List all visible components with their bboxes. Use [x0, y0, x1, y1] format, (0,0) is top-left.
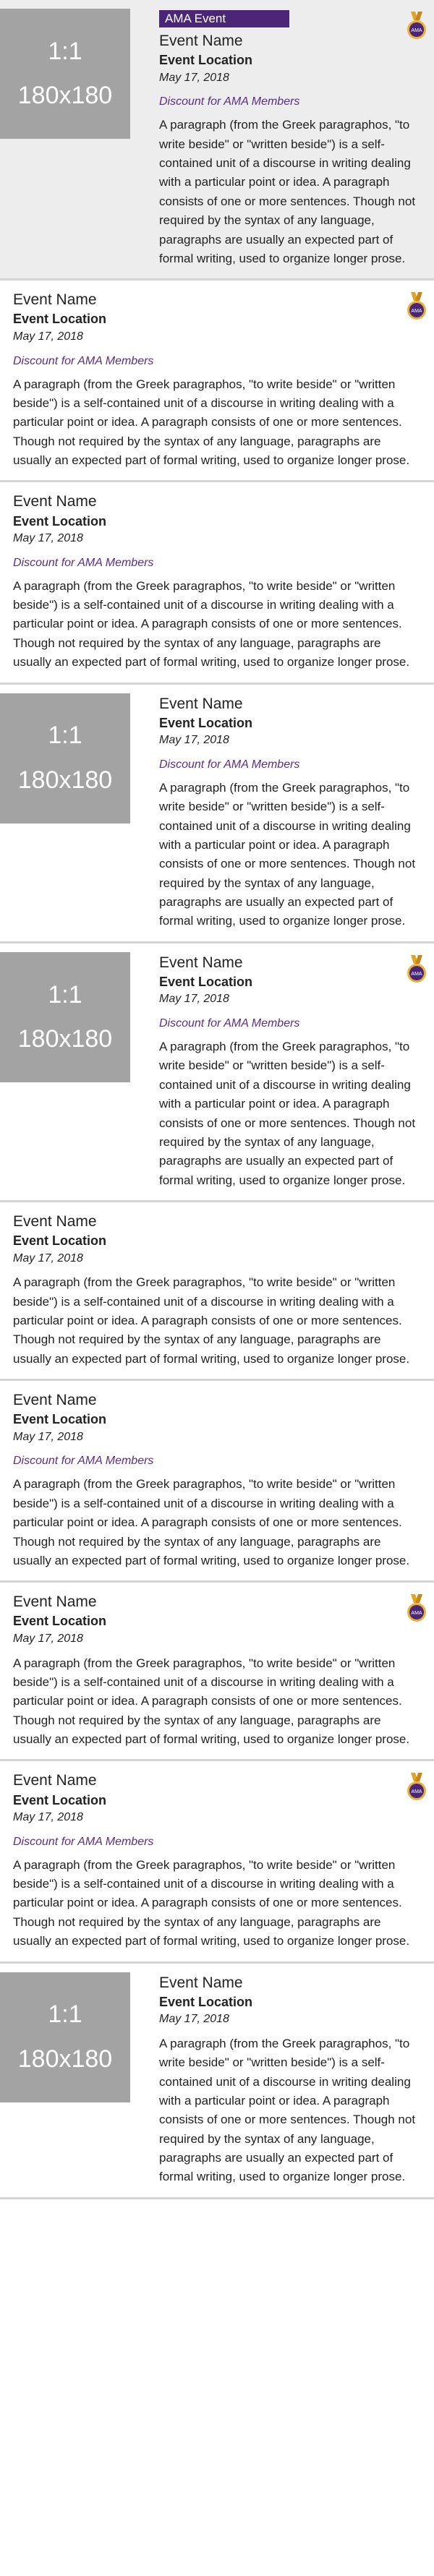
event-title[interactable]: Event Name: [159, 32, 421, 51]
event-title[interactable]: Event Name: [13, 1212, 421, 1231]
event-date: May 17, 2018: [13, 1251, 83, 1265]
thumbnail-ratio: 1:1: [48, 37, 82, 65]
event-thumbnail[interactable]: 1:1 180x180: [0, 951, 130, 1082]
event-location: Event Location: [13, 312, 107, 327]
event-location: Event Location: [13, 1792, 107, 1807]
event-date: May 17, 2018: [13, 1810, 83, 1823]
event-card[interactable]: 1:1 180x180 Event Name Event Location Ma…: [0, 943, 434, 1202]
event-thumbnail[interactable]: 1:1 180x180: [0, 1972, 130, 2102]
event-date: May 17, 2018: [159, 993, 229, 1006]
member-discount: Discount for AMA Members: [159, 758, 300, 771]
event-body: AMA Event Event Name Event Location May …: [159, 10, 421, 268]
event-description: A paragraph (from the Greek paragraphos,…: [159, 118, 416, 265]
event-description: A paragraph (from the Greek paragraphos,…: [13, 377, 410, 467]
event-location: Event Location: [159, 53, 253, 68]
event-description: A paragraph (from the Greek paragraphos,…: [13, 1477, 410, 1567]
event-body: Event Name Event Location May 17, 2018 D…: [13, 1771, 421, 1951]
thumbnail-ratio: 1:1: [48, 2001, 82, 2029]
event-date: May 17, 2018: [13, 531, 83, 544]
thumbnail-size: 180x180: [17, 766, 113, 794]
event-date: May 17, 2018: [13, 330, 83, 343]
event-card[interactable]: Event Name Event Location May 17, 2018 D…: [0, 1381, 434, 1583]
event-location: Event Location: [13, 1614, 107, 1629]
event-card[interactable]: Event Name Event Location May 17, 2018 D…: [0, 1761, 434, 1964]
event-description: A paragraph (from the Greek paragraphos,…: [159, 1040, 416, 1187]
event-date: May 17, 2018: [159, 734, 229, 747]
event-card[interactable]: 1:1 180x180 AMA Event Event Name Event L…: [0, 0, 434, 281]
event-body: Event Name Event Location May 17, 2018 A…: [13, 1212, 421, 1369]
event-title[interactable]: Event Name: [13, 1391, 421, 1410]
event-body: Event Name Event Location May 17, 2018 D…: [13, 1391, 421, 1570]
event-date: May 17, 2018: [13, 1430, 83, 1443]
svg-text:AMA: AMA: [411, 309, 422, 314]
ama-member-medal-icon: AMA: [407, 954, 426, 983]
event-location: Event Location: [159, 974, 253, 989]
member-discount: Discount for AMA Members: [13, 354, 154, 367]
svg-text:AMA: AMA: [411, 972, 422, 977]
event-body: Event Name Event Location May 17, 2018 D…: [159, 954, 421, 1190]
event-date: May 17, 2018: [13, 1632, 83, 1645]
event-card[interactable]: 1:1 180x180 Event Name Event Location Ma…: [0, 1964, 434, 2199]
event-card[interactable]: Event Name Event Location May 17, 2018 D…: [0, 482, 434, 685]
event-description: A paragraph (from the Greek paragraphos,…: [159, 780, 416, 928]
event-date: May 17, 2018: [159, 2013, 229, 2026]
event-thumbnail[interactable]: 1:1 180x180: [0, 9, 130, 139]
event-body: Event Name Event Location May 17, 2018 D…: [13, 291, 421, 470]
event-description: A paragraph (from the Greek paragraphos,…: [13, 1857, 410, 1948]
ama-member-medal-icon: AMA: [407, 12, 426, 39]
thumbnail-ratio: 1:1: [48, 980, 82, 1009]
event-location: Event Location: [13, 1233, 107, 1249]
event-title[interactable]: Event Name: [13, 1771, 421, 1790]
event-card[interactable]: 1:1 180x180 Event Name Event Location Ma…: [0, 685, 434, 943]
event-thumbnail[interactable]: 1:1 180x180: [0, 693, 130, 823]
event-description: A paragraph (from the Greek paragraphos,…: [13, 1275, 410, 1366]
thumbnail-size: 180x180: [17, 82, 113, 109]
svg-text:AMA: AMA: [411, 1789, 422, 1794]
event-location: Event Location: [159, 715, 253, 730]
member-discount: Discount for AMA Members: [13, 1455, 154, 1468]
member-discount: Discount for AMA Members: [13, 556, 154, 569]
thumbnail-ratio: 1:1: [48, 722, 82, 750]
member-discount: Discount for AMA Members: [159, 1017, 300, 1030]
event-card[interactable]: Event Name Event Location May 17, 2018 D…: [0, 281, 434, 483]
event-card[interactable]: Event Name Event Location May 17, 2018 A…: [0, 1583, 434, 1762]
ama-member-medal-icon: AMA: [407, 1773, 426, 1801]
event-title[interactable]: Event Name: [13, 492, 421, 511]
event-body: Event Name Event Location May 17, 2018 A…: [159, 1974, 421, 2187]
event-location: Event Location: [13, 513, 107, 529]
member-discount: Discount for AMA Members: [13, 1835, 154, 1848]
event-title[interactable]: Event Name: [159, 695, 421, 714]
svg-text:AMA: AMA: [411, 1611, 422, 1616]
event-body: Event Name Event Location May 17, 2018 A…: [13, 1593, 421, 1749]
member-discount: Discount for AMA Members: [159, 95, 300, 108]
event-location: Event Location: [159, 1994, 253, 2009]
thumbnail-size: 180x180: [17, 2045, 113, 2073]
event-description: A paragraph (from the Greek paragraphos,…: [13, 1656, 410, 1746]
event-description: A paragraph (from the Greek paragraphos,…: [159, 2036, 416, 2184]
featured-tag: AMA Event: [159, 10, 289, 27]
ama-member-medal-icon: AMA: [407, 292, 426, 320]
event-title[interactable]: Event Name: [159, 1974, 421, 1993]
thumbnail-size: 180x180: [17, 1024, 113, 1053]
event-title[interactable]: Event Name: [159, 954, 421, 972]
event-list: 1:1 180x180 AMA Event Event Name Event L…: [0, 0, 434, 2199]
event-location: Event Location: [13, 1412, 107, 1427]
event-card[interactable]: Event Name Event Location May 17, 2018 A…: [0, 1202, 434, 1382]
event-body: Event Name Event Location May 17, 2018 D…: [159, 695, 421, 931]
ama-member-medal-icon: AMA: [407, 1594, 426, 1622]
event-body: Event Name Event Location May 17, 2018 D…: [13, 492, 421, 672]
event-title[interactable]: Event Name: [13, 291, 421, 309]
event-date: May 17, 2018: [159, 71, 229, 84]
event-title[interactable]: Event Name: [13, 1593, 421, 1612]
svg-text:AMA: AMA: [411, 28, 422, 33]
event-description: A paragraph (from the Greek paragraphos,…: [13, 578, 410, 669]
